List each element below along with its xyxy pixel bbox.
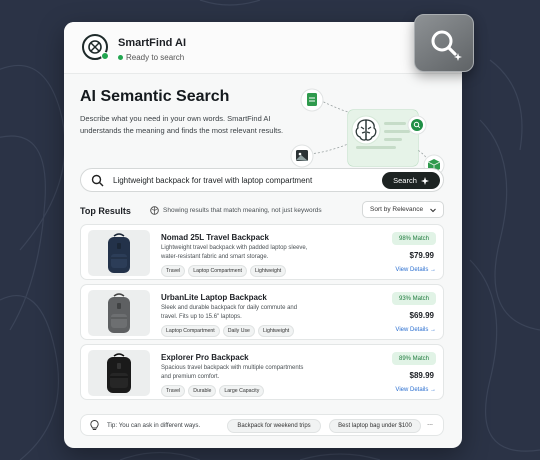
match-badge: 89% Match [392, 352, 436, 365]
app-window: SmartFind AI Ready to search AI Semantic… [64, 22, 462, 448]
floating-search-button[interactable] [414, 14, 474, 72]
arrow-right-icon: → [430, 327, 436, 333]
app-status-text: Ready to search [126, 53, 185, 62]
view-details-label: View Details [395, 267, 429, 273]
tag: Travel [161, 385, 186, 397]
view-details-link[interactable]: View Details → [395, 267, 436, 273]
search-button-label: Search [393, 176, 417, 185]
magnifier-sparkle-icon [431, 30, 462, 61]
view-details-label: View Details [395, 327, 429, 333]
sort-label: Sort by Relevance [370, 206, 424, 213]
tag: Travel [161, 265, 186, 277]
product-name[interactable]: Nomad 25L Travel Backpack [161, 233, 269, 242]
product-price: $79.99 [409, 251, 434, 260]
lightbulb-icon [90, 420, 99, 430]
product-name[interactable]: UrbanLite Laptop Backpack [161, 293, 267, 302]
app-header: SmartFind AI Ready to search [64, 22, 462, 74]
tip-text: Tip: You can ask in different ways. [107, 422, 201, 429]
search-icon [91, 174, 104, 187]
backpack-icon [108, 233, 130, 273]
info-brain-icon [150, 206, 159, 215]
suggestion-chip[interactable]: Best laptop bag under $100 [329, 419, 421, 433]
tag: Large Capacity [219, 385, 265, 397]
online-indicator [101, 52, 109, 60]
view-details-label: View Details [395, 387, 429, 393]
sparkle-icon [420, 176, 429, 185]
product-description: Spacious travel backpack with multiple c… [161, 365, 304, 380]
results-title: Top Results [80, 206, 131, 216]
arrow-right-icon: → [430, 267, 436, 273]
product-name[interactable]: Explorer Pro Backpack [161, 353, 249, 362]
tag: Lightweight [249, 265, 287, 277]
results-note: Showing results that match meaning, not … [150, 206, 322, 215]
document-icon [307, 93, 317, 106]
tag: Lightweight [257, 325, 295, 337]
result-card[interactable]: Nomad 25L Travel Backpack Lightweight tr… [80, 224, 444, 280]
tip-bar: Tip: You can ask in different ways. Back… [80, 414, 444, 436]
tag: Laptop Compartment [188, 265, 247, 277]
product-description: Sleek and durable backpack for daily com… [161, 305, 298, 320]
product-price: $89.99 [409, 371, 434, 380]
tag: Daily Use [222, 325, 255, 337]
product-tags: Laptop Compartment Daily Use Lightweight [161, 325, 295, 337]
product-image [88, 290, 150, 336]
tag: Laptop Compartment [161, 325, 220, 337]
match-badge: 98% Match [392, 232, 436, 245]
match-badge: 93% Match [392, 292, 436, 305]
results-note-text: Showing results that match meaning, not … [163, 207, 322, 214]
product-description: Lightweight travel backpack with padded … [161, 245, 308, 260]
page-description: Describe what you need in your own words… [80, 114, 284, 135]
app-name: SmartFind AI [118, 37, 187, 49]
view-details-link[interactable]: View Details → [395, 387, 436, 393]
chevron-down-icon [430, 208, 436, 213]
app-status: Ready to search [118, 53, 184, 62]
product-tags: Travel Laptop Compartment Lightweight [161, 265, 287, 277]
app-logo [82, 34, 109, 60]
product-image [88, 350, 150, 396]
search-illustration [290, 88, 445, 176]
search-input[interactable]: Lightweight backpack for travel with lap… [113, 176, 312, 185]
tag: Durable [188, 385, 217, 397]
result-card[interactable]: Explorer Pro Backpack Spacious travel ba… [80, 344, 444, 400]
result-card[interactable]: UrbanLite Laptop Backpack Sleek and dura… [80, 284, 444, 340]
status-dot [118, 55, 123, 61]
product-tags: Travel Durable Large Capacity [161, 385, 265, 397]
sort-dropdown[interactable]: Sort by Relevance [362, 201, 444, 218]
suggestion-chip[interactable]: Backpack for weekend trips [227, 419, 321, 433]
view-details-link[interactable]: View Details → [395, 327, 436, 333]
backpack-icon [107, 353, 131, 393]
product-price: $69.99 [409, 311, 434, 320]
search-bar[interactable]: Lightweight backpack for travel with lap… [80, 168, 444, 192]
search-button[interactable]: Search [382, 172, 440, 189]
backpack-icon [108, 293, 130, 333]
arrow-right-icon: → [430, 387, 436, 393]
more-suggestions-button[interactable]: ... [427, 420, 433, 427]
product-image [88, 230, 150, 276]
page-title: AI Semantic Search [80, 88, 230, 105]
